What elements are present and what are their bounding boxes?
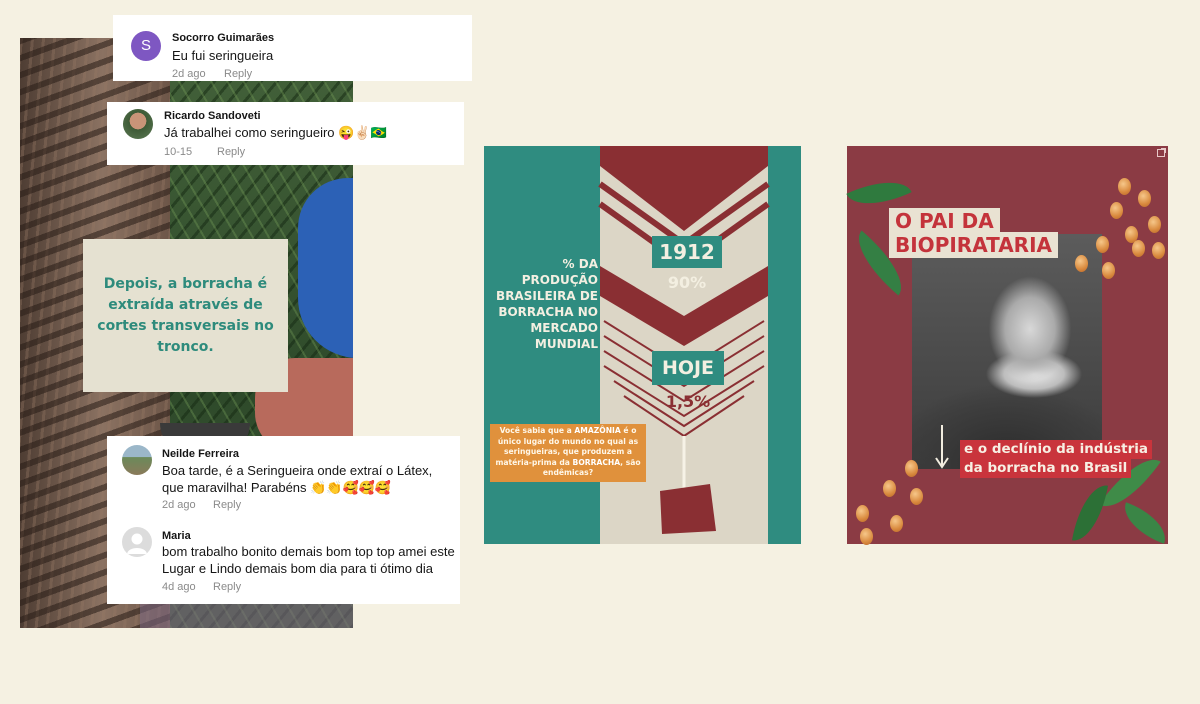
note-highlight-amazonia: AMAZÔNIA [574, 426, 621, 435]
fact-note-box: Você sabia que a AMAZÔNIA é o único luga… [490, 424, 646, 482]
comment-card: S Socorro Guimarães Eu fui seringueira 2… [113, 15, 472, 81]
rubber-seed-decoration [1118, 178, 1131, 195]
rubber-seed-decoration [1148, 216, 1161, 233]
comment-timestamp: 2d ago [162, 499, 196, 511]
avatar[interactable] [122, 527, 152, 557]
rubber-seed-decoration [1138, 190, 1151, 207]
comment-text: Eu fui seringueira [172, 48, 274, 63]
external-link-icon[interactable] [1157, 148, 1166, 157]
rubber-seed-decoration [905, 460, 918, 477]
photo-caption-text: Depois, a borracha é extraída através de… [97, 275, 274, 355]
comment-timestamp: 4d ago [162, 581, 196, 593]
rubber-seed-decoration [1075, 255, 1088, 272]
comment-text: Já trabalhei como seringueiro 😜✌🏻🇧🇷 [164, 125, 387, 140]
reply-button[interactable]: Reply [217, 146, 245, 158]
poster-subtitle-line1: e o declínio da indústria [960, 440, 1152, 459]
rubber-seed-decoration [890, 515, 903, 532]
poster-title-line1: O PAI DA [889, 208, 1000, 234]
comment-card-group: Neilde Ferreira Boa tarde, é a Seringuei… [107, 436, 460, 604]
comment-timestamp: 2d ago [172, 68, 206, 80]
reply-button[interactable]: Reply [213, 499, 241, 511]
today-percentage: 1,5% [665, 392, 711, 411]
down-arrow-icon [935, 425, 949, 469]
infographic-side-text: % DA PRODUÇÃO BRASILEIRA DE BORRACHA NO … [496, 257, 598, 351]
rubber-seed-decoration [1110, 202, 1123, 219]
year-percentage: 90% [667, 273, 707, 292]
note-text-prefix: Você sabia que a [499, 426, 575, 435]
rubber-seed-decoration [1096, 236, 1109, 253]
poster-subtitle-line2: da borracha no Brasil [960, 459, 1132, 478]
comment-author[interactable]: Socorro Guimarães [172, 32, 274, 44]
comment-author[interactable]: Neilde Ferreira [162, 448, 239, 460]
rubber-seed-decoration [1132, 240, 1145, 257]
photo-caption-box: Depois, a borracha é extraída através de… [83, 239, 288, 392]
comment-text: Boa tarde, é a Seringueira onde extraí o… [162, 463, 433, 495]
reply-button[interactable]: Reply [224, 68, 252, 80]
reply-button[interactable]: Reply [213, 581, 241, 593]
avatar[interactable] [122, 445, 152, 475]
rubber-seed-decoration [860, 528, 873, 545]
poster-title-line2: BIOPIRATARIA [889, 232, 1059, 258]
today-label: HOJE [661, 357, 715, 379]
avatar[interactable] [123, 109, 153, 139]
rubber-seed-decoration [1152, 242, 1165, 259]
comment-author[interactable]: Ricardo Sandoveti [164, 110, 261, 122]
year-label: 1912 [659, 240, 715, 264]
rubber-seed-decoration [883, 480, 896, 497]
comment-card: Ricardo Sandoveti Já trabalhei como seri… [107, 102, 464, 165]
comment-author[interactable]: Maria [162, 530, 191, 542]
comment-timestamp: 10-15 [164, 146, 193, 158]
rubber-seed-decoration [1102, 262, 1115, 279]
note-highlight-borracha: BORRACHA [572, 457, 621, 467]
rubber-production-infographic[interactable]: % DA PRODUÇÃO BRASILEIRA DE BORRACHA NO … [484, 146, 801, 544]
comment-text: bom trabalho bonito demais bom top top a… [162, 544, 455, 576]
avatar[interactable]: S [131, 31, 161, 61]
rubber-seed-decoration [910, 488, 923, 505]
default-user-icon [127, 533, 147, 554]
rubber-seed-decoration [856, 505, 869, 522]
